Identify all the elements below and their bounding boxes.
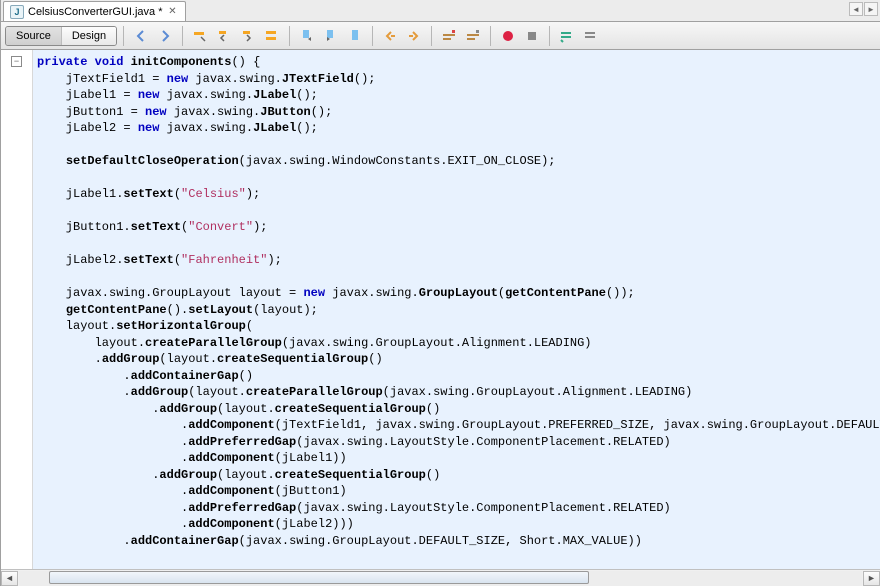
toolbar-separator [372,26,373,46]
source-view-button[interactable]: Source [6,27,62,45]
editor-toolbar: Source Design [1,22,880,50]
uncomment-button[interactable] [580,25,602,47]
source-code: private void initComponents() { jTextFie… [37,54,880,549]
toolbar-separator [289,26,290,46]
toolbar-separator [123,26,124,46]
horizontal-scrollbar[interactable]: ◄ ► [1,569,880,586]
java-class-icon: J [10,5,24,19]
scroll-right-button[interactable]: ► [863,571,880,586]
find-selection-button[interactable] [189,25,211,47]
file-tab[interactable]: J CelsiusConverterGUI.java * ✕ [3,1,186,21]
forward-button[interactable] [154,25,176,47]
view-switcher: Source Design [5,26,117,46]
toolbar-separator [549,26,550,46]
file-tab-title: CelsiusConverterGUI.java * [28,6,163,18]
stop-macro-button[interactable] [462,25,484,47]
record-icon[interactable] [497,25,519,47]
stop-icon[interactable] [521,25,543,47]
editor-tabbar: J CelsiusConverterGUI.java * ✕ ◄ ► [1,0,880,22]
tab-nav-arrows: ◄ ► [849,2,878,16]
toolbar-separator [490,26,491,46]
toggle-highlight-button[interactable] [261,25,283,47]
previous-bookmark-button[interactable] [296,25,318,47]
shift-left-button[interactable] [379,25,401,47]
toolbar-separator [431,26,432,46]
code-editor[interactable]: private void initComponents() { jTextFie… [33,50,880,569]
start-macro-button[interactable] [438,25,460,47]
shift-right-button[interactable] [403,25,425,47]
tab-prev-button[interactable]: ◄ [849,2,863,16]
find-next-button[interactable] [237,25,259,47]
fold-toggle-icon[interactable]: − [11,56,22,67]
design-view-button[interactable]: Design [62,27,116,45]
comment-button[interactable] [556,25,578,47]
back-button[interactable] [130,25,152,47]
close-icon[interactable]: ✕ [167,6,179,18]
gutter: − [1,50,33,569]
toolbar-separator [182,26,183,46]
tab-next-button[interactable]: ► [864,2,878,16]
scroll-track[interactable] [19,571,862,586]
toggle-bookmark-button[interactable] [344,25,366,47]
scroll-left-button[interactable]: ◄ [1,571,18,586]
next-bookmark-button[interactable] [320,25,342,47]
find-previous-button[interactable] [213,25,235,47]
scroll-thumb[interactable] [49,571,589,584]
editor-area: − private void initComponents() { jTextF… [1,50,880,569]
